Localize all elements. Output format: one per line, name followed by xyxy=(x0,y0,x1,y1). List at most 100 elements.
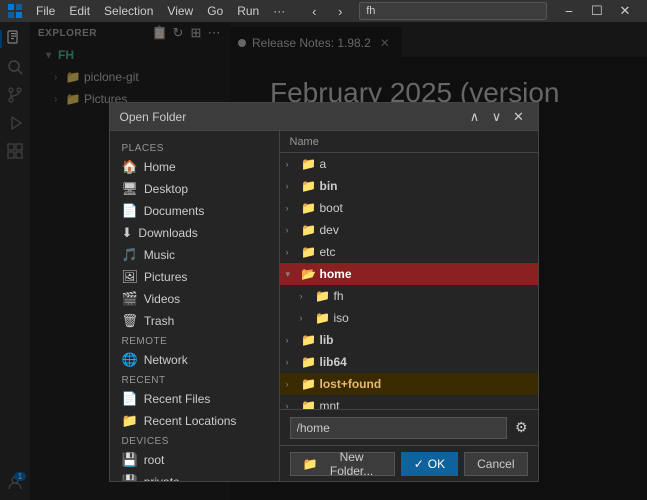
places-item-home[interactable]: 🏠 Home xyxy=(110,156,279,178)
file-item-a[interactable]: › 📁 a xyxy=(280,153,538,175)
path-input[interactable] xyxy=(290,417,507,439)
place-label: Recent Files xyxy=(144,392,211,406)
nav-back-button[interactable]: ‹ xyxy=(303,2,325,20)
files-panel: Name › 📁 a › 📁 bin xyxy=(280,131,538,481)
places-item-pictures[interactable]: 🖼 Pictures xyxy=(110,266,279,288)
recent-files-icon: 📄 xyxy=(122,391,138,407)
ok-icon: ✓ xyxy=(414,457,424,471)
file-item-lost-found[interactable]: › 📁 lost+found xyxy=(280,373,538,395)
network-icon: 🌐 xyxy=(122,352,138,368)
maximize-button[interactable]: ☐ xyxy=(583,0,611,22)
file-name: bin xyxy=(320,179,338,193)
cancel-button[interactable]: Cancel xyxy=(464,452,527,476)
chevron-icon: › xyxy=(286,181,298,191)
menu-run[interactable]: Run xyxy=(231,2,265,20)
place-label: Videos xyxy=(144,292,180,306)
menu-more[interactable]: ··· xyxy=(267,2,291,20)
places-item-recent-files[interactable]: 📄 Recent Files xyxy=(110,388,279,410)
places-item-music[interactable]: 🎵 Music xyxy=(110,244,279,266)
place-label: Downloads xyxy=(138,226,197,240)
place-label: Desktop xyxy=(144,182,188,196)
folder-icon: 📁 xyxy=(302,157,316,171)
places-item-root[interactable]: 💾 root xyxy=(110,449,279,471)
menu-edit[interactable]: Edit xyxy=(63,2,96,20)
folder-icon: 📁 xyxy=(302,179,316,193)
chevron-icon: ▾ xyxy=(286,269,298,280)
cancel-label: Cancel xyxy=(477,457,514,471)
folder-icon: 📁 xyxy=(302,399,316,409)
places-item-recent-locations[interactable]: 📁 Recent Locations xyxy=(110,410,279,432)
file-item-bin[interactable]: › 📁 bin xyxy=(280,175,538,197)
dialog-title: Open Folder xyxy=(120,110,187,124)
file-item-dev[interactable]: › 📁 dev xyxy=(280,219,538,241)
places-section-label: Places xyxy=(110,139,279,156)
close-button[interactable]: ✕ xyxy=(611,0,639,22)
new-folder-button[interactable]: 📁 New Folder... xyxy=(290,452,395,476)
window-controls: ⎯ ☐ ✕ xyxy=(555,0,639,22)
folder-icon: 📁 xyxy=(316,289,330,303)
places-item-videos[interactable]: 🎬 Videos xyxy=(110,288,279,310)
ok-label: OK xyxy=(428,457,445,471)
menu-selection[interactable]: Selection xyxy=(98,2,159,20)
trash-icon: 🗑 xyxy=(122,313,139,329)
home-icon: 🏠 xyxy=(122,159,138,175)
new-folder-label: New Folder... xyxy=(321,450,381,478)
places-item-private[interactable]: 💾 private xyxy=(110,471,279,481)
chevron-icon: › xyxy=(286,357,298,367)
minimize-button[interactable]: ⎯ xyxy=(555,0,583,22)
chevron-icon: › xyxy=(286,225,298,235)
nav-forward-button[interactable]: › xyxy=(329,2,351,20)
open-folder-dialog: Open Folder ∧ ∨ ✕ Places 🏠 Home 🖥 Deskto… xyxy=(109,102,539,482)
chevron-icon: › xyxy=(286,203,298,213)
remote-section-label: Remote xyxy=(110,332,279,349)
dialog-close-button[interactable]: ✕ xyxy=(510,108,528,126)
file-name: dev xyxy=(320,223,339,237)
folder-icon: 📁 xyxy=(302,355,316,369)
music-icon: 🎵 xyxy=(122,247,138,263)
place-label: Trash xyxy=(144,314,174,328)
dialog-overlay: Open Folder ∧ ∨ ✕ Places 🏠 Home 🖥 Deskto… xyxy=(0,22,647,500)
devices-section-label: Devices xyxy=(110,432,279,449)
file-item-boot[interactable]: › 📁 boot xyxy=(280,197,538,219)
root-icon: 💾 xyxy=(122,452,138,468)
files-header: Name xyxy=(280,131,538,153)
dialog-collapse-button[interactable]: ∧ xyxy=(466,108,484,126)
chevron-icon: › xyxy=(286,335,298,345)
path-settings-icon[interactable]: ⚙ xyxy=(515,419,528,436)
file-name: home xyxy=(320,267,352,281)
file-name: etc xyxy=(320,245,336,259)
search-input[interactable] xyxy=(366,5,540,17)
file-item-home[interactable]: ▾ 📂 home xyxy=(280,263,538,285)
chevron-icon: › xyxy=(286,379,298,389)
chevron-icon: › xyxy=(286,401,298,409)
file-item-fh[interactable]: › 📁 fh xyxy=(280,285,538,307)
places-item-documents[interactable]: 📄 Documents xyxy=(110,200,279,222)
chevron-icon: › xyxy=(286,159,298,169)
dialog-header: Open Folder ∧ ∨ ✕ xyxy=(110,103,538,131)
folder-icon: 📁 xyxy=(302,377,316,391)
file-item-etc[interactable]: › 📁 etc xyxy=(280,241,538,263)
places-item-trash[interactable]: 🗑 Trash xyxy=(110,310,279,332)
folder-open-icon: 📂 xyxy=(302,267,316,281)
new-folder-icon: 📁 xyxy=(303,457,318,471)
dialog-expand-button[interactable]: ∨ xyxy=(488,108,506,126)
global-search[interactable] xyxy=(359,2,547,20)
places-item-downloads[interactable]: ⬇ Downloads xyxy=(110,222,279,244)
places-item-network[interactable]: 🌐 Network xyxy=(110,349,279,371)
places-item-desktop[interactable]: 🖥 Desktop xyxy=(110,178,279,200)
file-item-iso[interactable]: › 📁 iso xyxy=(280,307,538,329)
folder-icon: 📁 xyxy=(302,333,316,347)
file-name: iso xyxy=(334,311,349,325)
folder-icon: 📁 xyxy=(316,311,330,325)
menu-file[interactable]: File xyxy=(30,2,61,20)
menu-go[interactable]: Go xyxy=(201,2,229,20)
file-item-lib64[interactable]: › 📁 lib64 xyxy=(280,351,538,373)
files-list: › 📁 a › 📁 bin › 📁 boot xyxy=(280,153,538,409)
file-name: mnt xyxy=(320,399,340,409)
ok-button[interactable]: ✓ OK xyxy=(401,452,458,476)
files-column-name: Name xyxy=(290,136,319,148)
file-item-mnt[interactable]: › 📁 mnt xyxy=(280,395,538,409)
titlebar: File Edit Selection View Go Run ··· ‹ › … xyxy=(0,0,647,22)
file-item-lib[interactable]: › 📁 lib xyxy=(280,329,538,351)
menu-view[interactable]: View xyxy=(161,2,199,20)
